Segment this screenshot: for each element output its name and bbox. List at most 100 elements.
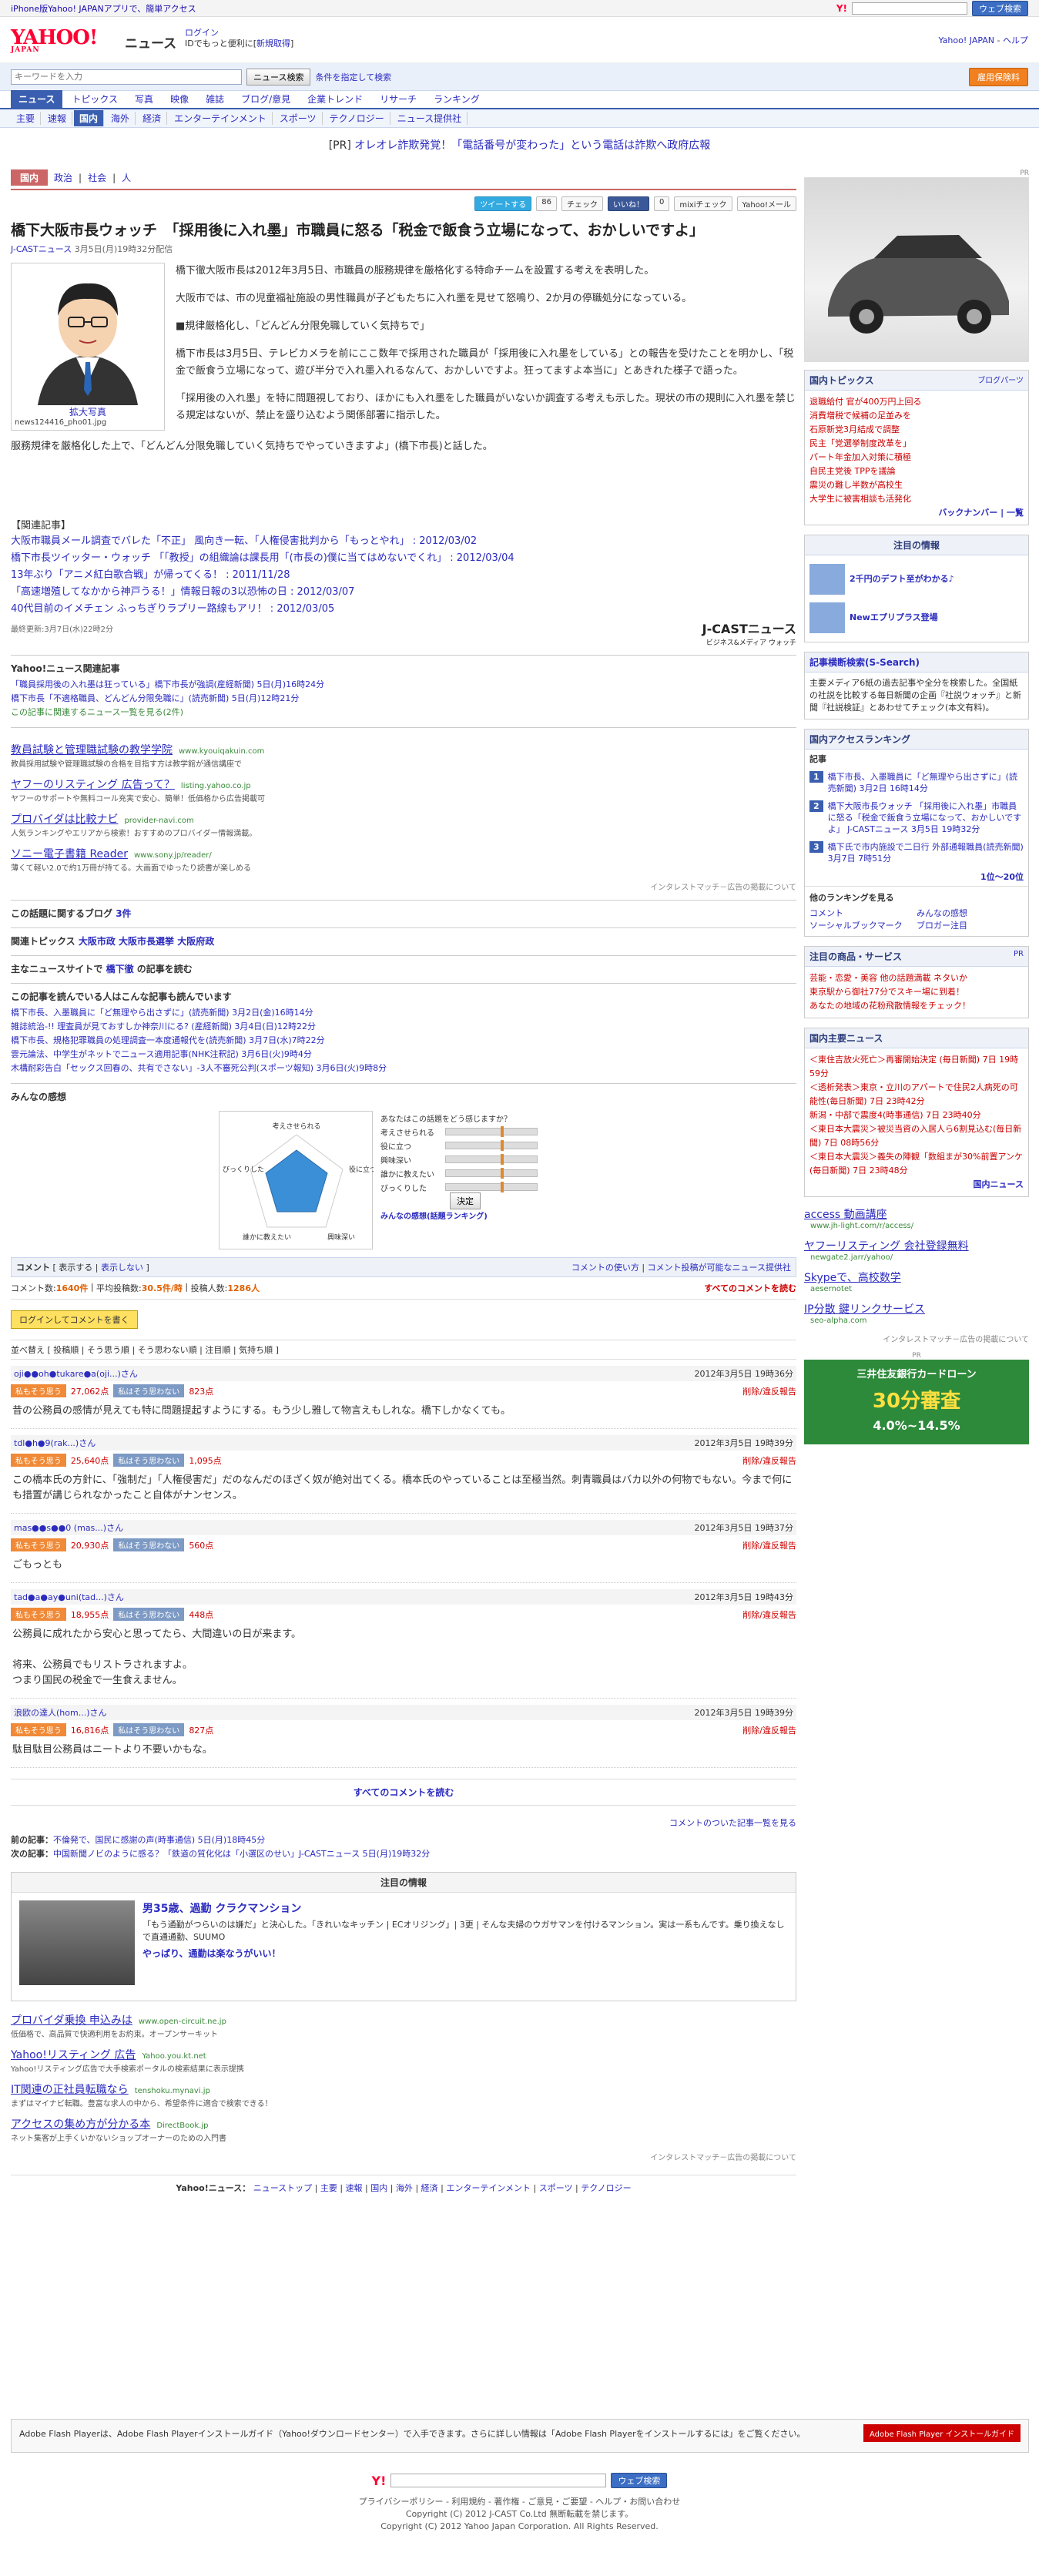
- footer-nav-link[interactable]: スポーツ: [539, 2183, 573, 2193]
- agree-button[interactable]: 私もそう思う: [11, 1538, 66, 1551]
- ad-title[interactable]: Skypeで、高校数学: [804, 1272, 901, 1284]
- footer-nav-link[interactable]: 速報: [346, 2183, 363, 2193]
- check-button[interactable]: チェック: [561, 196, 603, 211]
- disagree-button[interactable]: 私はそう思わない: [113, 1384, 185, 1397]
- topic-item[interactable]: 自民主党後 TPPを議論: [809, 465, 1024, 478]
- main-news-link[interactable]: ＜東日本大震災＞義失の陣観「数組まが30%前置アンケ(毎日新聞) 7日 23時4…: [809, 1150, 1024, 1178]
- blog-parts-link[interactable]: ブログパーツ: [977, 374, 1024, 387]
- nav-topics[interactable]: トピックス: [64, 90, 126, 108]
- topic-item[interactable]: 大学生に被害相談も活発化: [809, 492, 1024, 506]
- ad-title[interactable]: プロバイダは比較ナビ: [11, 813, 118, 826]
- related-news-link[interactable]: 「職員採用後の入れ墨は狂っている」橋下市長が強調(産経新聞) 5日(月)16時2…: [11, 679, 324, 689]
- tweet-button[interactable]: ツイートする: [474, 196, 532, 211]
- goods-link[interactable]: 芸能・恋愛・美容 他の話題満載 ネタいか: [809, 971, 1024, 985]
- topic-item[interactable]: 退職給付 官が400万円上回る: [809, 395, 1024, 409]
- ad-title[interactable]: プロバイダ乗換 申込みは: [11, 2014, 132, 2027]
- yahoo-mini-logo[interactable]: Y!: [836, 3, 847, 14]
- nav-news[interactable]: ニュース: [11, 90, 63, 108]
- enlarge-photo-link[interactable]: 拡大写真: [69, 407, 106, 418]
- commented-list-link[interactable]: コメントのついた記事一覧を見る: [669, 1818, 796, 1828]
- ranking-item[interactable]: 橋下市長、入墨職員に「ど無理やら出さずに」(読売新聞) 3月2日 16時14分: [828, 771, 1024, 794]
- footer-search-button[interactable]: ウェブ検索: [611, 2473, 668, 2488]
- more-ranking-link[interactable]: みんなの感想: [917, 907, 1024, 919]
- article-photo[interactable]: 拡大写真 news124416_pho01.jpg: [11, 263, 165, 431]
- footer-nav-link[interactable]: エンターテインメント: [446, 2183, 531, 2193]
- keyword-link[interactable]: 橋下徹: [106, 964, 134, 974]
- also-read-link[interactable]: 橋下市長、入墨職員に「ど無理やら出さずに」(読売新聞) 3月2日(金)16時14…: [11, 1008, 313, 1018]
- also-read-link[interactable]: 雲元論法、中学生がネットで二ュース適用記事(NHK注釈記) 3月6日(火)9時4…: [11, 1049, 312, 1059]
- prev-article-link[interactable]: 不倫発で、国民に感謝の声(時事通信) 5日(月)18時45分: [53, 1835, 265, 1845]
- footer-search-input[interactable]: [390, 2474, 607, 2487]
- building-image[interactable]: [19, 1900, 135, 1985]
- cat-domestic[interactable]: 国内: [11, 169, 49, 186]
- login-link[interactable]: ログイン: [185, 28, 219, 38]
- ad-title[interactable]: IT関連の正社員転職なら: [11, 2084, 129, 2096]
- report-link[interactable]: 削除/違反報告: [742, 1539, 796, 1551]
- ad-notice-link[interactable]: インタレストマッチ－広告の掲載について: [804, 1333, 1029, 1344]
- attention-link[interactable]: Newエプリプラス登場: [850, 611, 938, 625]
- ad-notice-link[interactable]: インタレストマッチ－広告の掲載について: [11, 2151, 796, 2162]
- ad-title[interactable]: IP分散 鍵リンクサービス: [804, 1303, 925, 1316]
- comment-sort[interactable]: 並べ替え [ 投稿順 | そう思う順 | そう思わない順 | 注目順 | 気持ち…: [11, 1340, 796, 1360]
- main-news-link[interactable]: ＜東住吉放火死亡＞再審開始決定 (毎日新聞) 7日 19時59分: [809, 1053, 1024, 1081]
- read-all-comments-link[interactable]: すべてのコメントを読む: [704, 1282, 796, 1294]
- ranking-page-link[interactable]: 1位〜20位: [805, 867, 1028, 886]
- report-link[interactable]: 削除/違反報告: [742, 1385, 796, 1397]
- bank-ad-banner[interactable]: 三井住友銀行カードローン 30分審査 4.0%~14.5%: [804, 1360, 1029, 1444]
- agree-button[interactable]: 私もそう思う: [11, 1384, 66, 1397]
- feeling-slider[interactable]: [445, 1154, 538, 1165]
- agree-button[interactable]: 私もそう思う: [11, 1723, 66, 1736]
- subnav-sports[interactable]: スポーツ: [274, 112, 323, 125]
- nav-photo[interactable]: 写真: [127, 90, 161, 108]
- comment-usage-link[interactable]: コメントの使い方: [571, 1263, 639, 1273]
- notice-title[interactable]: 男35歳、過勤 クラクマンション: [142, 1900, 788, 1916]
- main-news-link[interactable]: ＜東日本大震災＞被災当資の入居人ら6割見込む(毎日新聞) 7日 08時56分: [809, 1122, 1024, 1150]
- yahoo-footer-logo[interactable]: Y!: [372, 2474, 387, 2488]
- comment-user-link[interactable]: 浪欧の達人(hom...)さん: [14, 1706, 107, 1719]
- feeling-slider[interactable]: [445, 1182, 538, 1192]
- yahoo-home-link[interactable]: Yahoo! JAPAN: [938, 35, 994, 45]
- like-button[interactable]: いいね！: [607, 196, 649, 211]
- mixi-button[interactable]: mixiチェック: [674, 196, 732, 211]
- car-ad-banner[interactable]: [804, 177, 1029, 362]
- more-ranking-link[interactable]: ソーシャルブックマーク: [809, 919, 917, 931]
- footer-nav-link[interactable]: 経済: [421, 2183, 438, 2193]
- s-search-link[interactable]: 記事横断検索(S-Search): [809, 656, 920, 669]
- main-news-link[interactable]: 新潟・中部で震度4(時事通信) 7日 23時40分: [809, 1109, 1024, 1122]
- related-link[interactable]: 大阪市職員メール調査でバレた「不正」 風向き一転、「人権侵害批判から「もっとやれ…: [11, 535, 477, 547]
- ad-title[interactable]: ヤフーリスティング 会社登録無料: [804, 1240, 969, 1253]
- topics-list-link[interactable]: 一覧: [1007, 508, 1024, 518]
- topic-item[interactable]: 民主「党選挙制度改革を」: [809, 437, 1024, 451]
- topic-link[interactable]: 大阪市長選挙: [119, 936, 174, 947]
- top-search-input[interactable]: [852, 2, 967, 15]
- ad-notice-link[interactable]: インタレストマッチ－広告の掲載について: [11, 880, 796, 892]
- main-news-link[interactable]: ＜透析発表＞東京・立川のアパートで住民2人病死の可能性(毎日新聞) 7日 23時…: [809, 1081, 1024, 1109]
- show-comments[interactable]: 表示する: [59, 1261, 92, 1273]
- footer-nav-link[interactable]: 主要: [320, 2183, 337, 2193]
- next-article-link[interactable]: 中国新聞ノビのように感る？「鉄道の質化化は「小選区のせい」J-CASTニュース …: [53, 1849, 430, 1859]
- agree-button[interactable]: 私もそう思う: [11, 1608, 66, 1621]
- ad-title[interactable]: Yahoo!リスティング 広告: [11, 2049, 136, 2061]
- subnav-domestic[interactable]: 国内: [74, 110, 105, 126]
- nav-research[interactable]: リサーチ: [372, 90, 424, 108]
- cat-politics[interactable]: 政治: [54, 171, 72, 184]
- comment-user-link[interactable]: tad●a●ay●uni(tad...)さん: [14, 1591, 124, 1603]
- agree-button[interactable]: 私もそう思う: [11, 1454, 66, 1467]
- disagree-button[interactable]: 私はそう思わない: [113, 1608, 185, 1621]
- promo-thumb-icon[interactable]: [809, 564, 845, 595]
- feelings-submit-button[interactable]: 決定: [450, 1192, 481, 1209]
- related-link[interactable]: 13年ぶり「アニメ紅白歌合戦」が帰ってくる！ : 2011/11/28: [11, 569, 290, 581]
- report-link[interactable]: 削除/違反報告: [742, 1608, 796, 1621]
- comment-user-link[interactable]: mas●●s●●0 (mas...)さん: [14, 1521, 123, 1534]
- domestic-news-more[interactable]: 国内ニュース: [809, 1178, 1024, 1192]
- topic-link[interactable]: 大阪府政: [177, 936, 214, 947]
- nav-magazine[interactable]: 雑誌: [198, 90, 232, 108]
- more-ranking-link[interactable]: コメント: [809, 907, 917, 919]
- feeling-slider[interactable]: [445, 1126, 538, 1137]
- more-ranking-link[interactable]: ブロガー注目: [917, 919, 1024, 931]
- footer-nav-link[interactable]: ニューストップ: [253, 2183, 312, 2193]
- ad-title[interactable]: access 動画講座: [804, 1209, 887, 1221]
- hide-comments[interactable]: 表示しない: [101, 1261, 143, 1273]
- feeling-slider[interactable]: [445, 1168, 538, 1179]
- mail-button[interactable]: Yahoo!メール: [736, 196, 796, 211]
